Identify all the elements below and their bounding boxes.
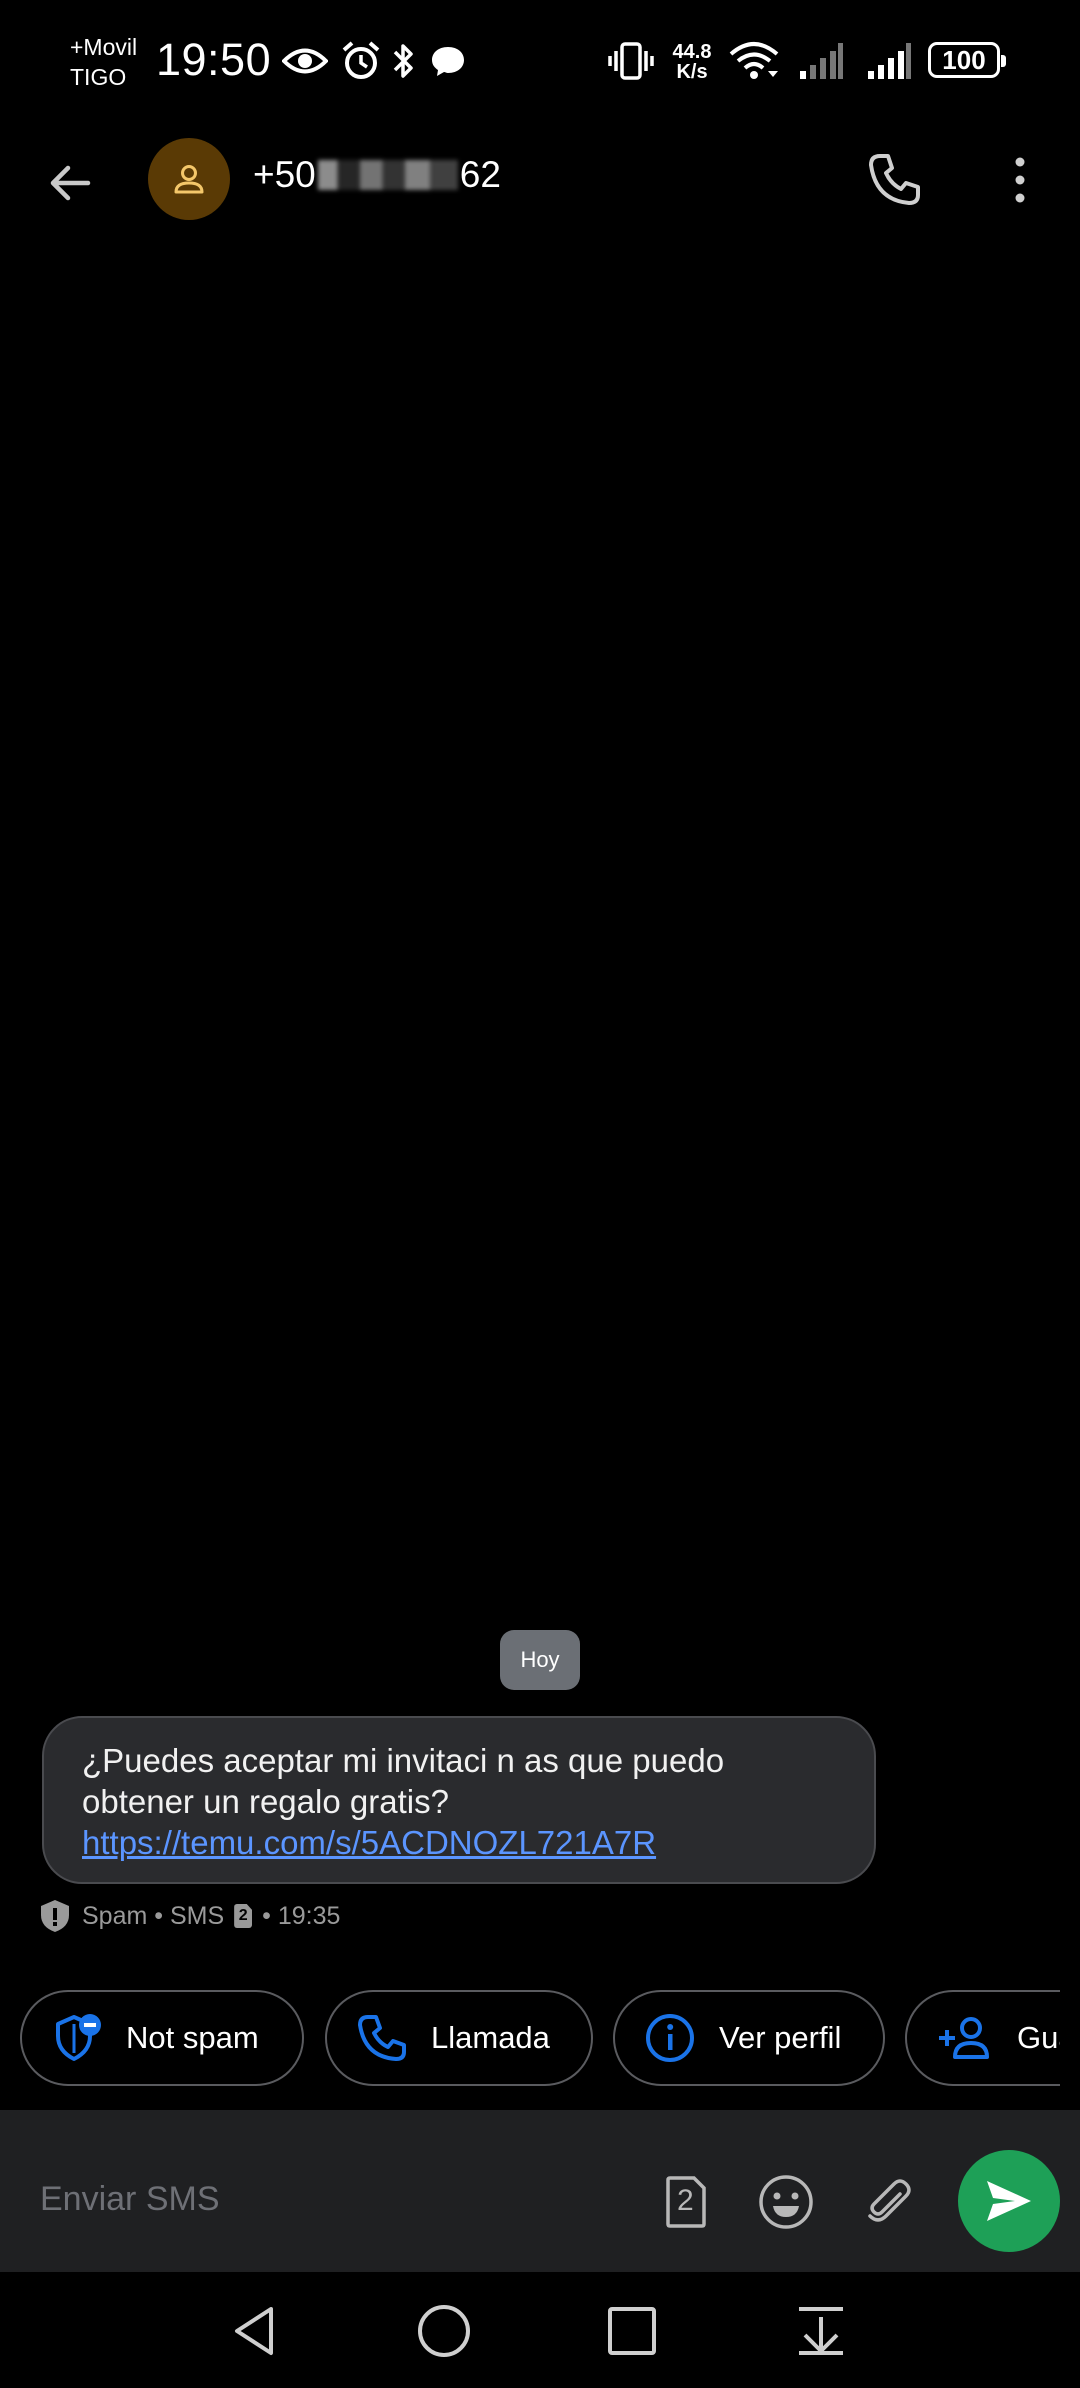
contact-number-prefix: +50: [253, 154, 316, 195]
redacted-digits: [317, 160, 458, 190]
bluetooth-icon: [388, 38, 420, 84]
more-options-button[interactable]: [1000, 148, 1040, 212]
circle-home-icon: [418, 2305, 470, 2357]
net-speed-unit: K/s: [676, 61, 708, 83]
message-meta: Spam • SMS 2 • 19:35: [38, 1898, 340, 1934]
meta-spam-sms: Spam • SMS: [82, 1901, 225, 1930]
eye-icon: [280, 38, 330, 84]
back-button[interactable]: [42, 155, 98, 211]
not-spam-label: Not spam: [126, 2020, 259, 2055]
triangle-back-icon: [235, 2307, 273, 2355]
contact-number[interactable]: +50 62: [253, 154, 501, 196]
phone-icon: [869, 154, 920, 205]
info-icon: [646, 2014, 694, 2062]
battery-level: 100: [942, 44, 986, 75]
net-speed: 44.8 K/s: [664, 42, 720, 82]
signal-weak-icon: [796, 38, 846, 84]
send-icon: [987, 2181, 1031, 2221]
nav-notifications-button[interactable]: [786, 2296, 856, 2366]
carrier-line-1: +Movil: [70, 34, 138, 60]
view-profile-chip[interactable]: Ver perfil: [613, 1990, 885, 2086]
sim-number: 2: [238, 1907, 248, 1924]
arrow-left-icon: [50, 165, 91, 201]
view-profile-label: Ver perfil: [719, 2020, 842, 2055]
message-notification-icon: [428, 38, 468, 84]
wifi-icon: [726, 38, 782, 84]
call-label: Llamada: [431, 2020, 550, 2055]
message-text: ¿Puedes aceptar mi invitaci n as que pue…: [82, 1742, 725, 1820]
phone-icon: [358, 2015, 406, 2061]
message-bubble[interactable]: ¿Puedes aceptar mi invitaci n as que pue…: [42, 1716, 876, 1884]
paperclip-icon: [868, 2179, 911, 2222]
nav-back-button[interactable]: [220, 2296, 290, 2366]
more-vert-icon: [1015, 157, 1025, 203]
not-spam-chip[interactable]: Not spam: [20, 1990, 304, 2086]
emoji-button[interactable]: [756, 2172, 816, 2232]
send-button[interactable]: [958, 2150, 1060, 2252]
signal-strong-icon: [864, 38, 914, 84]
person-icon: [174, 165, 204, 194]
net-speed-value: 44.8: [672, 41, 712, 63]
navigation-bar: [0, 2272, 1080, 2388]
status-time: 19:50: [156, 34, 272, 85]
meta-time: • 19:35: [262, 1901, 341, 1930]
sim-select-button[interactable]: 2: [656, 2172, 716, 2232]
contact-number-suffix: 62: [459, 154, 501, 195]
attach-button[interactable]: [858, 2172, 918, 2232]
alarm-icon: [338, 38, 384, 84]
nav-home-button[interactable]: [409, 2296, 479, 2366]
carrier-label: +Movil TIGO: [70, 32, 137, 92]
save-contact-label: Gua: [1017, 2020, 1060, 2055]
spam-shield-icon: [41, 1900, 69, 1932]
save-contact-chip[interactable]: Gua: [905, 1990, 1060, 2086]
call-chip[interactable]: Llamada: [325, 1990, 593, 2086]
add-person-icon: [939, 2017, 989, 2059]
composer-sim-number: 2: [677, 2184, 694, 2217]
carrier-line-2: TIGO: [70, 64, 127, 90]
pull-down-icon: [799, 2307, 843, 2355]
date-divider: Hoy: [500, 1630, 580, 1690]
call-button[interactable]: [862, 148, 930, 212]
sim-icon: 2: [234, 1904, 253, 1928]
vibrate-icon: [606, 38, 656, 84]
shield-minus-icon: [56, 2014, 101, 2061]
contact-avatar[interactable]: [148, 138, 230, 220]
nav-recents-button[interactable]: [597, 2296, 667, 2366]
battery-indicator: 100: [928, 42, 1006, 78]
emoji-icon: [759, 2175, 813, 2229]
sms-input[interactable]: Enviar SMS: [40, 2180, 220, 2219]
square-recents-icon: [608, 2307, 656, 2355]
suggestion-chips: Not spam Llamada Ver perfil Gua: [20, 1990, 1060, 2090]
message-link[interactable]: https://temu.com/s/5ACDNOZL721A7R: [82, 1822, 836, 1863]
